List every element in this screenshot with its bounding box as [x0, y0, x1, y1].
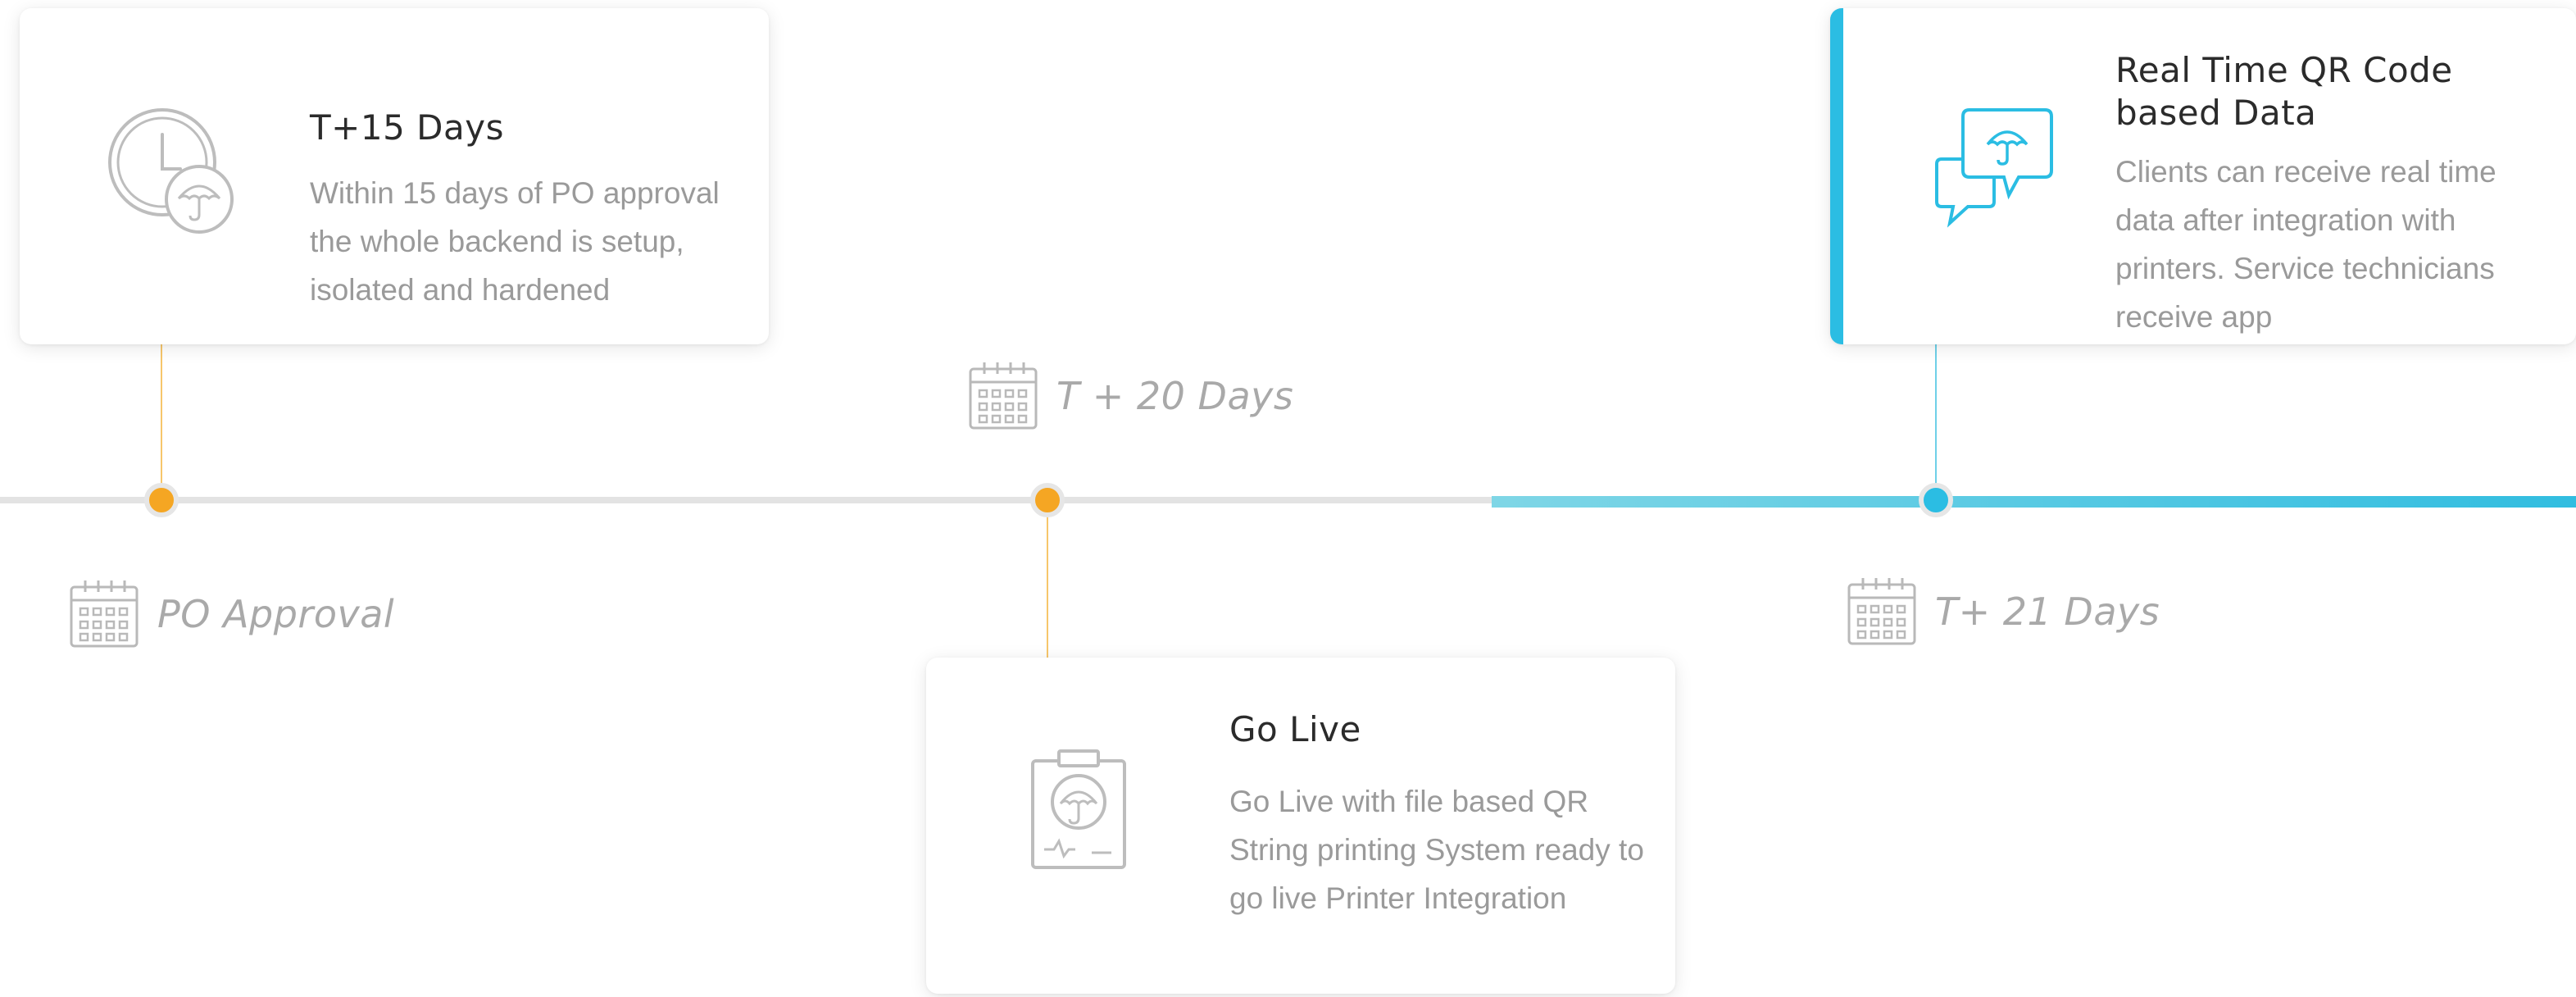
date-t20: T + 20 Days: [968, 361, 1293, 431]
date-t21: T+ 21 Days: [1847, 576, 2160, 647]
clipboard-umbrella-icon: [1029, 749, 1128, 872]
card-title: T+15 Days: [310, 107, 504, 148]
milestone-card-go-live[interactable]: Go Live Go Live with file based QR Strin…: [926, 658, 1675, 994]
milestone-card-realtime[interactable]: Real Time QR Code based Data Clients can…: [1830, 8, 2576, 344]
milestone-dot-t15[interactable]: [144, 483, 179, 517]
milestone-dot-realtime[interactable]: [1919, 483, 1953, 517]
timeline-progress-bar: [1492, 496, 2576, 508]
connector-go-live: [1047, 500, 1048, 658]
date-po-approval: PO Approval: [69, 579, 394, 649]
card-title: Go Live: [1229, 709, 1361, 749]
card-description: Go Live with file based QR String printi…: [1229, 785, 1644, 915]
clock-umbrella-icon: [107, 107, 238, 238]
timeline-section: PO Approval T + 20 Days T+ 21 Days T+15 …: [0, 0, 2576, 997]
card-description: Clients can receive real time data after…: [2115, 155, 2496, 334]
milestone-dot-go-live[interactable]: [1030, 483, 1065, 517]
date-label: T+ 21 Days: [1935, 590, 2160, 634]
connector-t15: [161, 344, 162, 500]
milestone-card-t15[interactable]: T+15 Days Within 15 days of PO approval …: [20, 8, 769, 344]
calendar-icon: [1847, 576, 1917, 647]
calendar-icon: [69, 579, 139, 649]
card-description: Within 15 days of PO approval the whole …: [310, 176, 720, 307]
date-label: PO Approval: [157, 592, 395, 636]
connector-realtime: [1935, 344, 1937, 500]
card-title: Real Time QR Code based Data: [2115, 50, 2453, 133]
date-label: T + 20 Days: [1056, 374, 1294, 418]
calendar-icon: [968, 361, 1038, 431]
chat-umbrella-icon: [1933, 105, 2056, 228]
